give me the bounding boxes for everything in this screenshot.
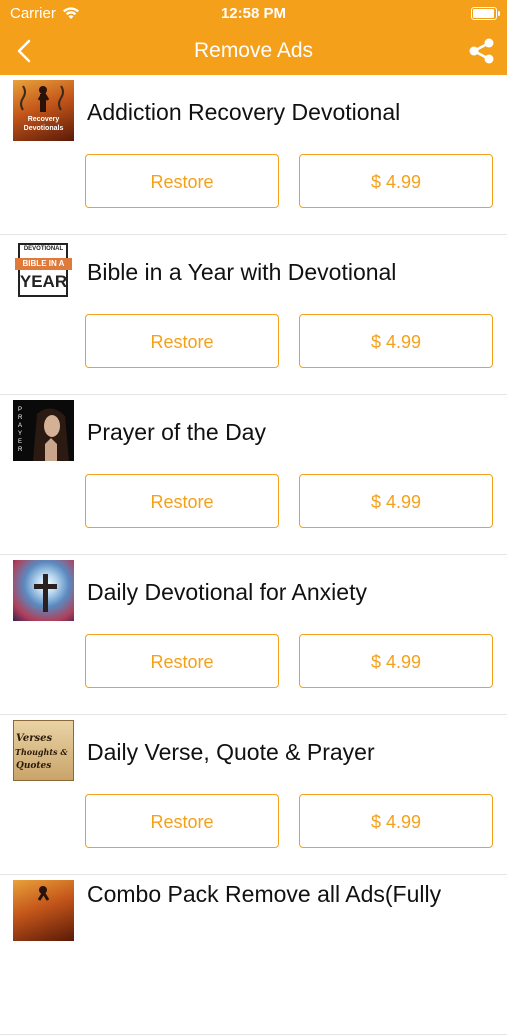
- thumbnail-caption-mid: BIBLE IN A: [15, 258, 72, 270]
- bible-in-a-year-thumbnail: DEVOTIONAL BIBLE IN A YEAR: [13, 240, 74, 301]
- list-item: Combo Pack Remove all Ads(Fully: [0, 875, 507, 1035]
- restore-button[interactable]: Restore: [85, 154, 279, 208]
- item-title: Daily Verse, Quote & Prayer: [87, 739, 375, 765]
- item-title: Bible in a Year with Devotional: [87, 259, 397, 285]
- addiction-recovery-thumbnail: Recovery Devotionals: [13, 80, 74, 141]
- list-item: Recovery Devotionals Addiction Recovery …: [0, 75, 507, 235]
- item-title: Combo Pack Remove all Ads(Fully: [87, 881, 442, 907]
- cross-thumbnail: [13, 560, 74, 621]
- prayer-of-the-day-thumbnail: PRAYER: [13, 400, 74, 461]
- item-title: Addiction Recovery Devotional: [87, 99, 401, 125]
- buy-button[interactable]: $ 4.99: [299, 634, 493, 688]
- thumbnail-caption-2: Thoughts &: [15, 747, 68, 757]
- list-item: PRAYER Prayer of the Day Restore $ 4.99: [0, 395, 507, 555]
- battery-level: [473, 9, 494, 18]
- buy-button[interactable]: $ 4.99: [299, 154, 493, 208]
- top-bar: Carrier 12:58 PM Remove Ads: [0, 0, 507, 75]
- buy-button[interactable]: $ 4.99: [299, 474, 493, 528]
- navigation-bar: Remove Ads: [0, 28, 507, 74]
- restore-button[interactable]: Restore: [85, 634, 279, 688]
- product-list: Recovery Devotionals Addiction Recovery …: [0, 75, 507, 1035]
- clock: 12:58 PM: [220, 5, 287, 22]
- share-icon[interactable]: [467, 36, 497, 66]
- battery-icon: [471, 7, 500, 20]
- restore-button[interactable]: Restore: [85, 314, 279, 368]
- restore-button[interactable]: Restore: [85, 794, 279, 848]
- thumbnail-caption: Recovery Devotionals: [23, 116, 64, 132]
- list-item: DEVOTIONAL BIBLE IN A YEAR Bible in a Ye…: [0, 235, 507, 395]
- buy-button[interactable]: $ 4.99: [299, 794, 493, 848]
- thumbnail-caption-1: Verses: [16, 733, 53, 744]
- list-item: Verses Thoughts & Quotes Daily Verse, Qu…: [0, 715, 507, 875]
- thumbnail-caption-3: Quotes: [16, 761, 52, 771]
- list-item: Daily Devotional for Anxiety Restore $ 4…: [0, 555, 507, 715]
- status-bar: Carrier 12:58 PM: [0, 5, 507, 25]
- verses-thumbnail: Verses Thoughts & Quotes: [13, 720, 74, 781]
- restore-button[interactable]: Restore: [85, 474, 279, 528]
- thumbnail-caption: PRAYER: [18, 407, 23, 453]
- combo-pack-thumbnail: [13, 880, 74, 941]
- thumbnail-caption-top: DEVOTIONAL: [23, 246, 64, 252]
- thumbnail-caption-bottom: YEAR: [19, 272, 68, 291]
- page-title: Remove Ads: [193, 39, 314, 62]
- buy-button[interactable]: $ 4.99: [299, 314, 493, 368]
- item-title: Daily Devotional for Anxiety: [87, 579, 367, 605]
- item-title: Prayer of the Day: [87, 419, 266, 445]
